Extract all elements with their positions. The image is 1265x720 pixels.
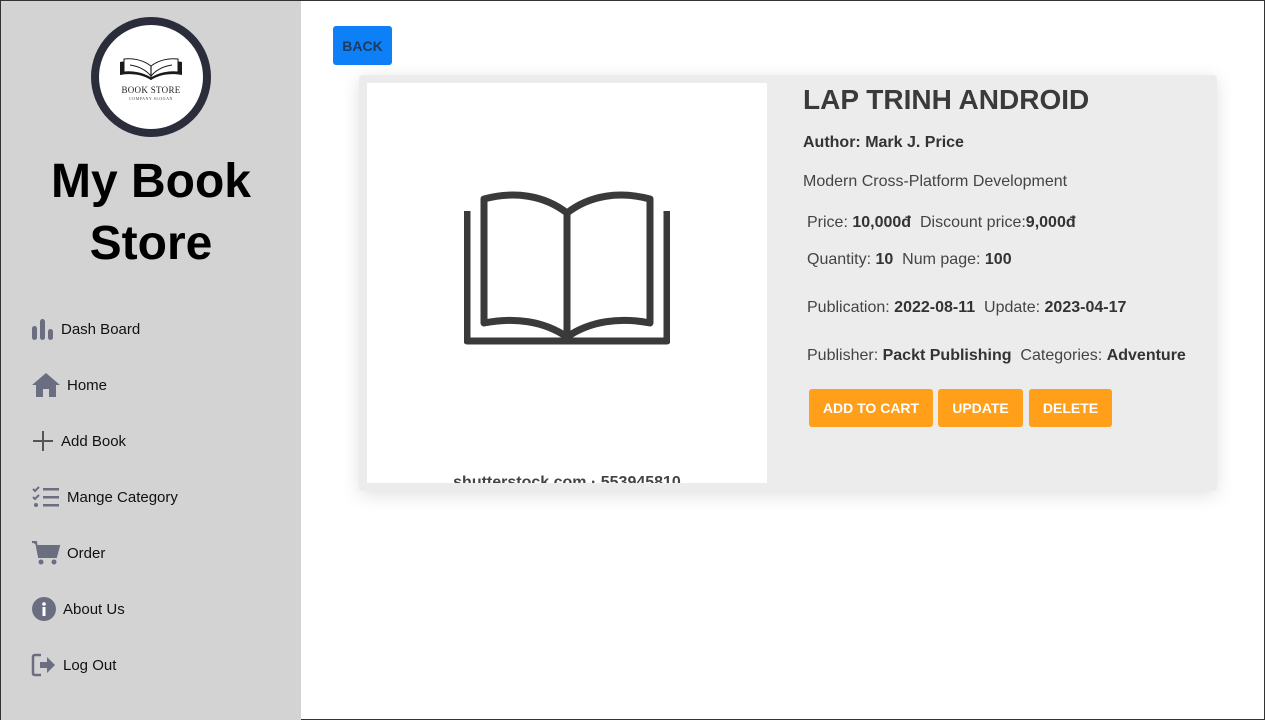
price-label: Price: bbox=[807, 214, 848, 231]
publisher-row: Publisher: Packt Publishing Categories: … bbox=[807, 347, 1186, 365]
book-cover-image: shutterstock.com · 553945810 bbox=[367, 83, 767, 483]
sidebar-item-label: Home bbox=[67, 376, 108, 394]
plus-icon bbox=[31, 429, 55, 453]
sidebar-item-order[interactable]: Order bbox=[31, 525, 271, 581]
publication-label: Publication: bbox=[807, 299, 890, 316]
store-logo: BOOK STORE COMPANY SLOGAN bbox=[91, 17, 211, 137]
price-row: Price: 10,000đ Discount price:9,000đ bbox=[807, 214, 1076, 232]
update-value: 2023-04-17 bbox=[1044, 299, 1127, 316]
update-button[interactable]: UPDATE bbox=[938, 389, 1023, 427]
sidebar-item-dashboard[interactable]: Dash Board bbox=[31, 301, 271, 357]
logo-text: BOOK STORE bbox=[121, 84, 181, 95]
sidebar-item-category[interactable]: Mange Category bbox=[31, 469, 271, 525]
sidebar-item-label: Order bbox=[67, 544, 106, 562]
sidebar-item-label: Mange Category bbox=[67, 488, 178, 506]
sidebar: BOOK STORE COMPANY SLOGAN My Book Store … bbox=[1, 1, 301, 720]
num-page-value: 100 bbox=[984, 251, 1012, 268]
sidebar-item-add-book[interactable]: Add Book bbox=[31, 413, 271, 469]
quantity-value: 10 bbox=[875, 251, 894, 268]
price-value: 10,000đ bbox=[852, 214, 912, 231]
categories-value: Adventure bbox=[1106, 347, 1186, 364]
book-detail-card: shutterstock.com · 553945810 LAP TRINH A… bbox=[359, 75, 1217, 491]
publisher-value: Packt Publishing bbox=[882, 347, 1012, 364]
sidebar-item-home[interactable]: Home bbox=[31, 357, 271, 413]
categories-label: Categories: bbox=[1020, 347, 1103, 364]
cover-watermark: shutterstock.com · 553945810 bbox=[453, 474, 681, 483]
list-check-icon bbox=[31, 485, 61, 509]
logo-subtext: COMPANY SLOGAN bbox=[129, 95, 173, 101]
discount-label: Discount price: bbox=[919, 214, 1026, 231]
app-window: BOOK STORE COMPANY SLOGAN My Book Store … bbox=[0, 0, 1265, 720]
sidebar-item-logout[interactable]: Log Out bbox=[31, 637, 271, 693]
discount-value: 9,000đ bbox=[1025, 214, 1076, 231]
book-title: LAP TRINH ANDROID bbox=[803, 84, 1090, 115]
sidebar-item-label: Log Out bbox=[63, 656, 117, 674]
sidebar-item-about[interactable]: About Us bbox=[31, 581, 271, 637]
publisher-label: Publisher: bbox=[807, 347, 879, 364]
quantity-label: Quantity: bbox=[807, 251, 872, 268]
open-book-icon bbox=[464, 191, 670, 345]
logout-icon bbox=[31, 652, 57, 678]
brand-title: My Book Store bbox=[50, 155, 251, 270]
chart-bar-icon bbox=[31, 317, 55, 341]
quantity-row: Quantity: 10 Num page: 100 bbox=[807, 251, 1012, 269]
sidebar-item-label: Add Book bbox=[61, 432, 127, 450]
book-description: Modern Cross-Platform Development bbox=[803, 173, 1068, 190]
delete-button[interactable]: DELETE bbox=[1029, 389, 1112, 427]
update-label: Update: bbox=[984, 299, 1041, 316]
publication-value: 2022-08-11 bbox=[894, 299, 976, 316]
sidebar-item-label: Dash Board bbox=[61, 320, 141, 338]
sidebar-item-label: About Us bbox=[63, 600, 125, 618]
add-to-cart-button[interactable]: ADD TO CART bbox=[809, 389, 933, 427]
open-book-logo-icon bbox=[120, 57, 182, 80]
num-page-label: Num page: bbox=[902, 251, 981, 268]
date-row: Publication: 2022-08-11 Update: 2023-04-… bbox=[807, 299, 1126, 317]
book-author: Author: Mark J. Price bbox=[803, 134, 964, 151]
cart-icon bbox=[31, 540, 61, 566]
home-icon bbox=[31, 372, 61, 398]
info-circle-icon bbox=[31, 596, 57, 622]
back-button[interactable]: BACK bbox=[333, 26, 392, 65]
